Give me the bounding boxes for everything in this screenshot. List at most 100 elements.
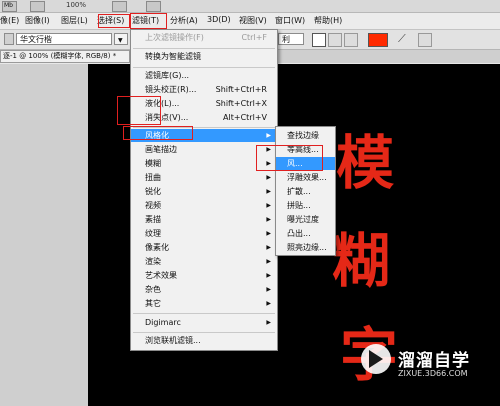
menu-image[interactable]: 图像(I)	[25, 15, 50, 26]
menu-3d[interactable]: 3D(D)	[207, 15, 231, 24]
filter-menu: 上次滤镜操作(F) Ctrl+F 转换为智能滤镜 滤镜库(G)... 镜头校正(R…	[130, 29, 278, 351]
menu-item-label: 视频	[145, 201, 161, 210]
submenu-arrow-icon: ▶	[266, 202, 271, 209]
character-panel-icon[interactable]	[418, 33, 432, 47]
zoom-level[interactable]: 100%	[66, 1, 86, 9]
align-center-icon[interactable]	[328, 33, 342, 47]
menu-item-artistic[interactable]: 艺术效果 ▶	[131, 269, 277, 282]
canvas-char-2: 糊	[332, 227, 391, 295]
menu-layer[interactable]: 图层(L)	[61, 15, 88, 26]
warp-text-icon[interactable]: ⟋	[398, 32, 406, 46]
menu-item-lens-correction[interactable]: 镜头校正(R)... Shift+Ctrl+R	[131, 83, 277, 96]
highlight-box-wind	[256, 145, 323, 171]
submenu-item-diffuse[interactable]: 扩散...	[276, 185, 335, 198]
watermark-logo-icon	[361, 344, 391, 374]
menu-item-label: Digimarc	[145, 318, 181, 327]
submenu-arrow-icon: ▶	[266, 216, 271, 223]
play-icon	[369, 350, 383, 368]
menu-item-label: 锐化	[145, 187, 161, 196]
menu-separator	[133, 67, 275, 68]
submenu-arrow-icon: ▶	[266, 244, 271, 251]
menu-item-distort[interactable]: 扭曲 ▶	[131, 171, 277, 184]
menu-help[interactable]: 帮助(H)	[314, 15, 342, 26]
canvas-char-1: 模	[336, 129, 395, 197]
menu-item-label: 查找边缘	[287, 131, 319, 140]
menu-item-label: 渲染	[145, 257, 161, 266]
submenu-item-emboss[interactable]: 浮雕效果...	[276, 171, 335, 184]
menu-window[interactable]: 窗口(W)	[275, 15, 305, 26]
menu-item-sharpen[interactable]: 锐化 ▶	[131, 185, 277, 198]
menu-item-browse-online-filters[interactable]: 浏览联机滤镜...	[131, 334, 277, 347]
menu-item-label: 像素化	[145, 243, 169, 252]
highlight-box-liquify	[117, 96, 161, 125]
menu-item-label: 画笔描边	[145, 145, 177, 154]
menu-item-shortcut: Alt+Ctrl+V	[223, 113, 267, 122]
font-family-field[interactable]: 华文行楷	[16, 33, 112, 45]
menu-item-noise[interactable]: 杂色 ▶	[131, 283, 277, 296]
highlight-box-filter	[130, 13, 167, 29]
menu-item-label: 模糊	[145, 159, 161, 168]
menu-item-digimarc[interactable]: Digimarc ▶	[131, 316, 277, 329]
align-right-icon[interactable]	[344, 33, 358, 47]
menu-item-video[interactable]: 视频 ▶	[131, 199, 277, 212]
submenu-arrow-icon: ▶	[266, 174, 271, 181]
menu-view[interactable]: 视图(V)	[239, 15, 267, 26]
watermark-title: 溜溜自学	[398, 351, 470, 371]
submenu-item-tiles[interactable]: 拼贴...	[276, 199, 335, 212]
mini-bridge-button[interactable]: Mb	[2, 1, 17, 12]
menu-item-label: 转换为智能滤镜	[145, 52, 201, 61]
font-family-dropdown[interactable]: ▼	[114, 33, 128, 45]
highlight-box-select	[98, 14, 130, 28]
menu-item-label: 艺术效果	[145, 271, 177, 280]
menu-item-render[interactable]: 渲染 ▶	[131, 255, 277, 268]
menu-item-label: 其它	[145, 299, 161, 308]
menu-item-label: 拼贴...	[287, 201, 311, 210]
menu-item-convert-smart-filter[interactable]: 转换为智能滤镜	[131, 50, 277, 63]
text-color-swatch[interactable]	[368, 33, 388, 47]
menu-item-other[interactable]: 其它 ▶	[131, 297, 277, 310]
submenu-item-solarize[interactable]: 曝光过度	[276, 213, 335, 226]
chevron-down-icon: ▼	[118, 37, 123, 44]
anti-alias-field[interactable]: 利	[278, 33, 304, 45]
view-extras-button[interactable]	[30, 1, 45, 12]
menu-item-label: 扩散...	[287, 187, 311, 196]
menu-item-last-filter[interactable]: 上次滤镜操作(F) Ctrl+F	[131, 31, 277, 44]
submenu-item-extrude[interactable]: 凸出...	[276, 227, 335, 240]
menu-bar: 像(E) 图像(I) 图层(L) 选择(S) 滤镜(T) 分析(A) 3D(D)…	[0, 13, 500, 30]
menu-item-texture[interactable]: 纹理 ▶	[131, 227, 277, 240]
menu-item-label: 凸出...	[287, 229, 311, 238]
menu-item-label: 照亮边缘...	[287, 243, 327, 252]
anti-alias-value: 利	[282, 35, 290, 44]
menu-item-label: 上次滤镜操作(F)	[145, 33, 204, 42]
menu-item-label: 扭曲	[145, 173, 161, 182]
submenu-item-glowing-edges[interactable]: 照亮边缘...	[276, 241, 335, 254]
submenu-arrow-icon: ▶	[266, 188, 271, 195]
menu-separator	[133, 313, 275, 314]
submenu-arrow-icon: ▶	[266, 258, 271, 265]
submenu-arrow-icon: ▶	[266, 300, 271, 307]
tool-preset-picker[interactable]	[4, 33, 14, 45]
highlight-box-stylize	[123, 126, 193, 140]
menu-item-filter-gallery[interactable]: 滤镜库(G)...	[131, 69, 277, 82]
menu-item-label: 镜头校正(R)...	[145, 85, 197, 94]
document-tab[interactable]: 逐-1 @ 100% (模糊字体, RGB/8) *	[0, 50, 130, 63]
mb-label: Mb	[4, 2, 13, 9]
submenu-arrow-icon: ▶	[266, 230, 271, 237]
submenu-arrow-icon: ▶	[266, 272, 271, 279]
menu-edit[interactable]: 像(E)	[0, 15, 19, 26]
font-family-value: 华文行楷	[20, 35, 52, 44]
menu-separator	[133, 332, 275, 333]
arrange-documents-button[interactable]	[112, 1, 127, 12]
menu-analysis[interactable]: 分析(A)	[170, 15, 198, 26]
menu-item-label: 滤镜库(G)...	[145, 71, 190, 80]
align-left-icon[interactable]	[312, 33, 326, 47]
menu-item-label: 浮雕效果...	[287, 173, 327, 182]
submenu-arrow-icon: ▶	[266, 286, 271, 293]
menu-item-pixelate[interactable]: 像素化 ▶	[131, 241, 277, 254]
menu-item-label: 纹理	[145, 229, 161, 238]
screen-mode-button[interactable]	[146, 1, 161, 12]
menu-item-sketch[interactable]: 素描 ▶	[131, 213, 277, 226]
menu-item-shortcut: Shift+Ctrl+X	[215, 99, 267, 108]
workspace-background	[0, 64, 88, 406]
submenu-item-find-edges[interactable]: 查找边缘	[276, 129, 335, 142]
